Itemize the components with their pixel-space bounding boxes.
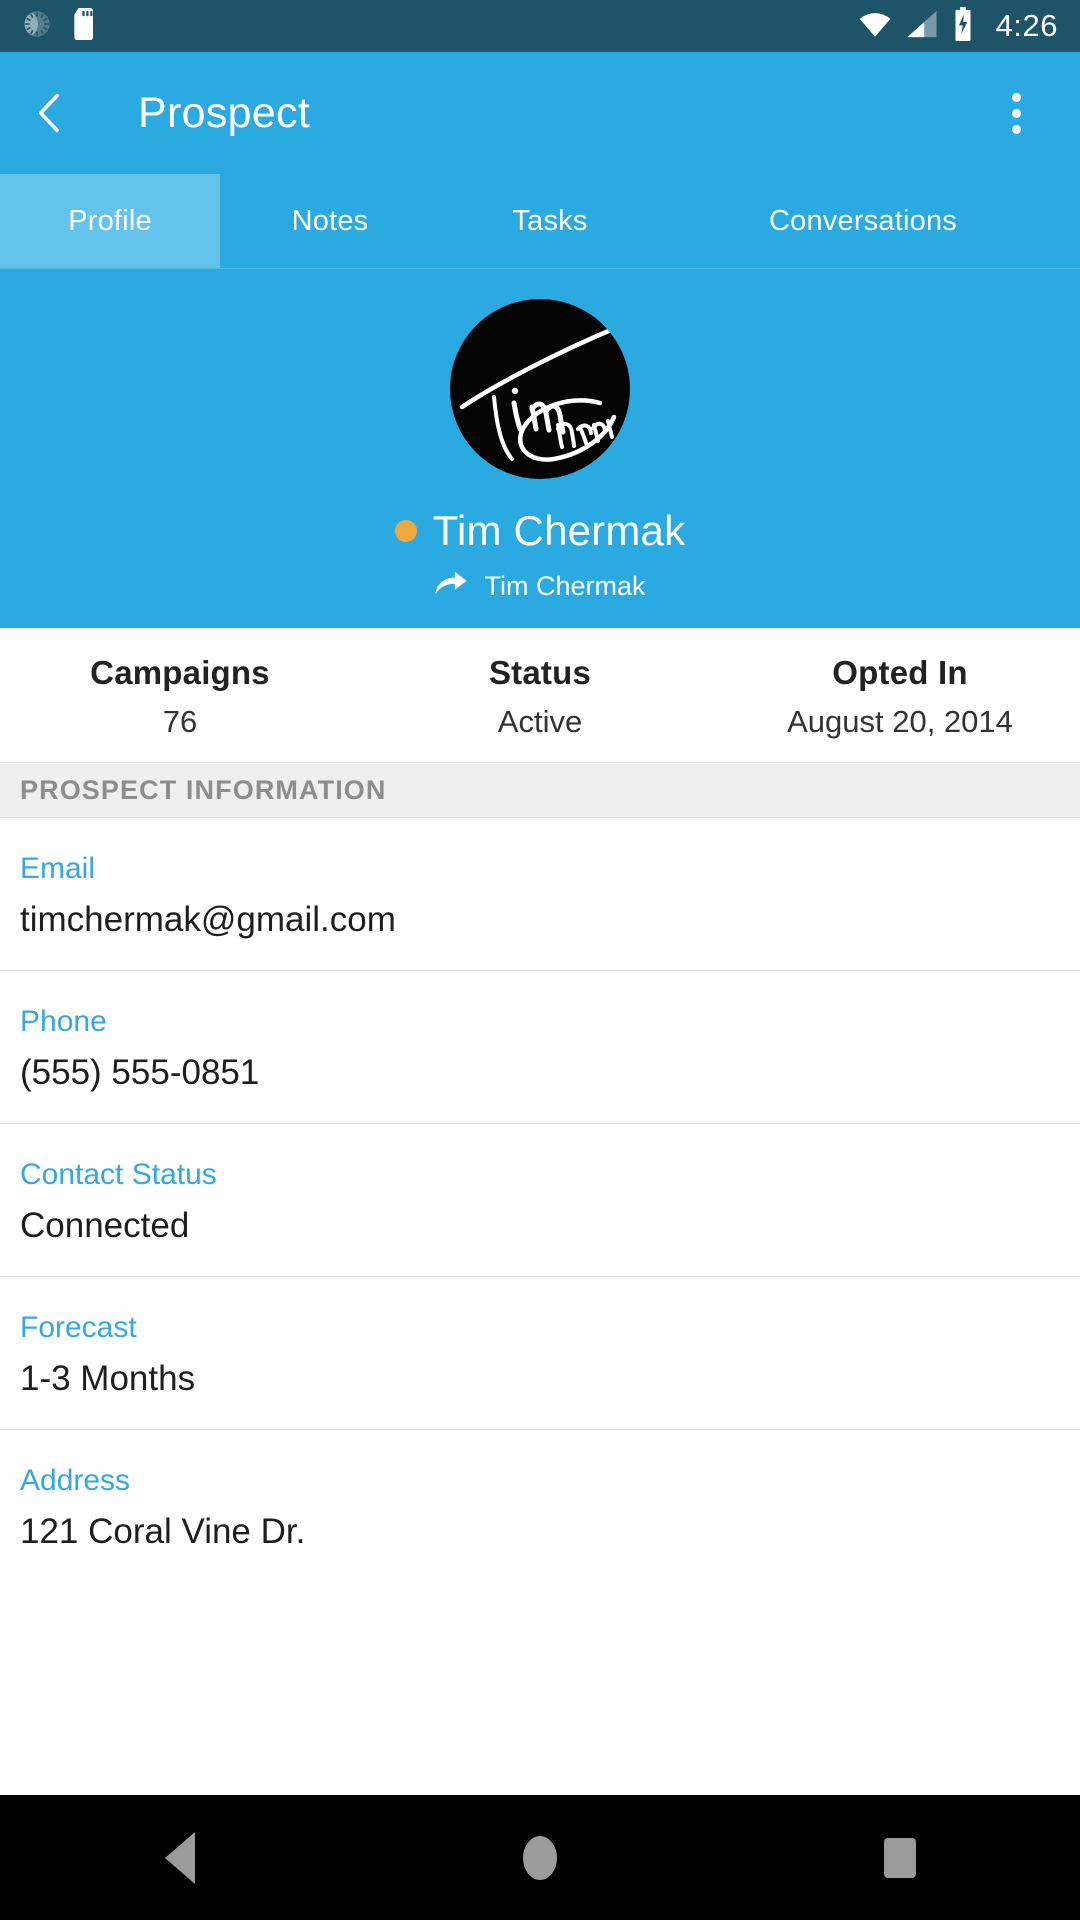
stat-opted-in: Opted In August 20, 2014 (720, 654, 1080, 740)
stat-label: Opted In (832, 654, 968, 691)
info-row-forecast[interactable]: Forecast 1-3 Months (0, 1277, 1080, 1430)
profile-hero: Tim Chermak Tim Chermak (0, 268, 1080, 628)
stat-value: 76 (162, 704, 198, 739)
info-label: Email (20, 852, 96, 885)
back-arrow-icon[interactable] (28, 77, 100, 149)
info-row-address[interactable]: Address 121 Coral Vine Dr. (0, 1430, 1080, 1582)
tab-conversations[interactable]: Conversations (660, 174, 1080, 268)
info-row-phone[interactable]: Phone (555) 555-0851 (0, 971, 1080, 1124)
prospect-owner: Tim Chermak (484, 571, 646, 601)
stat-label: Status (488, 654, 592, 691)
tab-bar: Profile Notes Tasks Conversations (0, 174, 1080, 268)
stat-status: Status Active (360, 654, 720, 740)
overflow-dot (1011, 108, 1021, 118)
info-value: Connected (20, 1206, 190, 1245)
android-navigation-bar (0, 1795, 1080, 1920)
tab-notes[interactable]: Notes (220, 174, 440, 268)
nav-recents-icon[interactable] (820, 1795, 980, 1920)
status-bar-right-icons: 4:26 (858, 6, 1058, 46)
status-bar: 4:26 (0, 0, 1080, 52)
info-value: 121 Coral Vine Dr. (20, 1512, 306, 1551)
nav-home-icon[interactable] (460, 1795, 620, 1920)
info-label: Contact Status (20, 1158, 217, 1191)
cell-signal-icon (906, 9, 938, 44)
info-label: Address (20, 1464, 131, 1497)
status-dot-icon (394, 520, 417, 542)
info-label: Phone (20, 1005, 107, 1038)
nav-back-icon[interactable] (100, 1795, 260, 1920)
stat-value: Active (497, 704, 583, 739)
overflow-dot (1011, 124, 1021, 134)
info-label: Forecast (20, 1311, 137, 1344)
app-bar: Prospect (0, 52, 1080, 174)
sd-card-icon (72, 7, 98, 45)
tab-profile[interactable]: Profile (0, 174, 220, 268)
wifi-icon (858, 9, 892, 44)
info-row-contact-status[interactable]: Contact Status Connected (0, 1124, 1080, 1277)
info-value: 1-3 Months (20, 1359, 196, 1398)
section-header-prospect-information: PROSPECT INFORMATION (0, 762, 1080, 818)
overflow-menu-icon[interactable] (980, 77, 1052, 149)
stat-campaigns: Campaigns 76 (0, 654, 360, 740)
section-header-label: PROSPECT INFORMATION (20, 774, 387, 805)
app-screen: 4:26 Prospect Profile Notes Tasks Conver… (0, 0, 1080, 1920)
status-bar-clock: 4:26 (995, 8, 1058, 43)
page-title: Prospect (138, 88, 311, 137)
overflow-dot (1011, 92, 1021, 102)
tab-tasks[interactable]: Tasks (440, 174, 660, 268)
info-row-email[interactable]: Email timchermak@gmail.com (0, 818, 1080, 971)
prospect-name-row: Tim Chermak (0, 507, 1080, 555)
stat-value: August 20, 2014 (787, 704, 1013, 739)
brightness-gauge-icon (22, 9, 52, 44)
avatar[interactable] (450, 299, 630, 479)
prospect-name: Tim Chermak (432, 507, 686, 554)
share-arrow-icon (434, 571, 468, 602)
info-value: timchermak@gmail.com (20, 900, 396, 939)
battery-charging-icon (952, 6, 974, 46)
status-bar-left-icons (22, 7, 98, 45)
prospect-owner-row: Tim Chermak (0, 571, 1080, 602)
stats-row: Campaigns 76 Status Active Opted In Augu… (0, 628, 1080, 762)
stat-label: Campaigns (90, 654, 270, 691)
info-value: (555) 555-0851 (20, 1053, 260, 1092)
prospect-information-list: Email timchermak@gmail.com Phone (555) 5… (0, 818, 1080, 1582)
